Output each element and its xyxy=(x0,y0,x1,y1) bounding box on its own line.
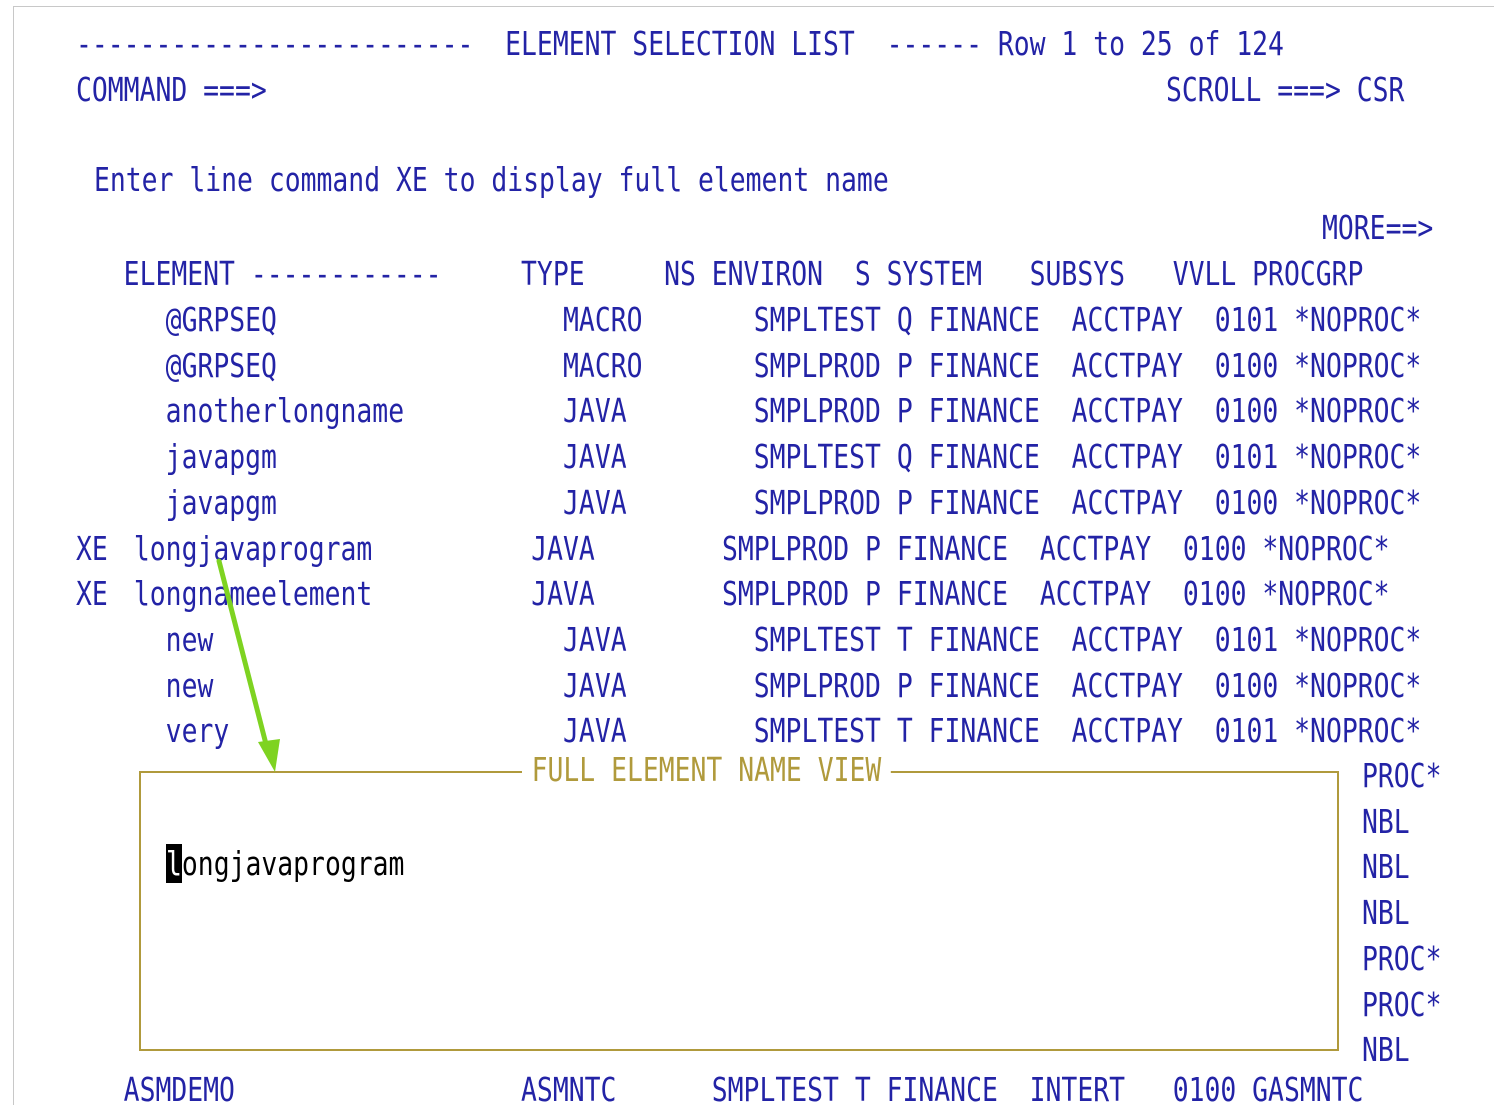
title-line: ------------------------- ELEMENT SELECT… xyxy=(76,24,1284,63)
line-command-field[interactable] xyxy=(76,302,108,338)
table-row[interactable]: @GRPSEQ MACRO SMPLPROD P FINANCE ACCTPAY… xyxy=(118,347,1422,384)
line-command-field[interactable] xyxy=(76,713,108,749)
line-command-field[interactable] xyxy=(76,439,108,475)
full-element-name-value[interactable]: longjavaprogram xyxy=(166,844,405,883)
row-procgrp-tail: PROC* xyxy=(1362,984,1442,1024)
line-command-field[interactable]: XE xyxy=(76,576,108,612)
line-command-field[interactable] xyxy=(76,485,108,521)
row-procgrp-tail: NBL xyxy=(1362,847,1410,887)
table-row-partial[interactable]: ASMDEMO ASMNTC SMPLTEST T FINANCE INTERT… xyxy=(76,1072,1364,1108)
full-element-name-popup xyxy=(139,771,1339,1051)
table-row[interactable]: new JAVA SMPLTEST T FINANCE ACCTPAY 0101… xyxy=(118,621,1422,658)
scroll-label[interactable]: SCROLL ===> CSR xyxy=(1166,72,1404,108)
table-row[interactable]: anotherlongname JAVA SMPLPROD P FINANCE … xyxy=(118,393,1422,429)
instruction-text: Enter line command XE to display full el… xyxy=(94,160,889,199)
table-row[interactable]: javapgm JAVA SMPLPROD P FINANCE ACCTPAY … xyxy=(118,484,1422,521)
full-element-name-rest: ongjavaprogram xyxy=(181,844,405,883)
table-row[interactable]: longnameelement JAVA SMPLPROD P FINANCE … xyxy=(118,576,1390,612)
command-input[interactable] xyxy=(290,74,994,108)
command-label: COMMAND ===> xyxy=(76,70,267,109)
line-command-field[interactable] xyxy=(76,668,108,704)
row-procgrp-tail: NBL xyxy=(1362,801,1410,841)
line-command-field[interactable] xyxy=(76,622,108,658)
row-procgrp-tail: PROC* xyxy=(1362,756,1442,795)
row-procgrp-tail: NBL xyxy=(1362,1030,1410,1070)
row-procgrp-tail: NBL xyxy=(1362,893,1410,933)
popup-title: FULL ELEMENT NAME VIEW xyxy=(522,752,891,788)
more-indicator[interactable]: MORE==> xyxy=(1322,210,1433,246)
table-row[interactable]: new JAVA SMPLPROD P FINANCE ACCTPAY 0100… xyxy=(118,667,1422,704)
table-row[interactable]: very JAVA SMPLTEST T FINANCE ACCTPAY 010… xyxy=(118,713,1422,749)
line-command-field[interactable]: XE xyxy=(76,530,108,567)
line-command-field[interactable] xyxy=(76,348,108,384)
text-cursor: l xyxy=(166,844,182,883)
table-row[interactable]: javapgm JAVA SMPLTEST Q FINANCE ACCTPAY … xyxy=(118,439,1422,475)
column-headers: ELEMENT ------------ TYPE NS ENVIRON S S… xyxy=(76,254,1364,293)
row-procgrp-tail: PROC* xyxy=(1362,938,1442,978)
table-row[interactable]: longjavaprogram JAVA SMPLPROD P FINANCE … xyxy=(118,530,1390,567)
table-row[interactable]: @GRPSEQ MACRO SMPLTEST Q FINANCE ACCTPAY… xyxy=(118,302,1422,338)
line-command-field[interactable] xyxy=(76,393,108,429)
